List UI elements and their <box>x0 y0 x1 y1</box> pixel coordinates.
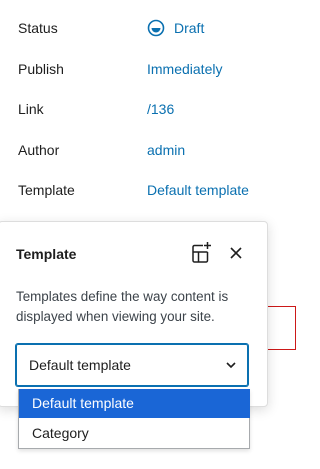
link-label: Link <box>18 101 44 117</box>
template-label: Template <box>18 182 75 198</box>
add-template-icon[interactable] <box>188 241 212 265</box>
popover-description: Templates define the way content is disp… <box>16 289 229 324</box>
option-default-template[interactable]: Default template <box>19 389 250 418</box>
author-row: Author admin <box>0 137 316 163</box>
status-value: Draft <box>174 20 205 36</box>
template-row: Template Default template <box>0 177 316 203</box>
option-category[interactable]: Category <box>19 419 250 448</box>
template-options-list: Default template Category <box>18 389 250 449</box>
publish-row: Publish Immediately <box>0 56 316 82</box>
permalink-button[interactable]: /136 <box>147 96 174 122</box>
status-label: Status <box>18 20 58 36</box>
author-label: Author <box>18 142 60 158</box>
draft-circle-icon <box>147 19 165 37</box>
template-popover: Template Templates define the way conten… <box>0 221 268 407</box>
status-row: Status Draft <box>0 15 316 41</box>
chevron-down-icon <box>226 362 236 369</box>
publish-label: Publish <box>18 61 64 77</box>
publish-date-button[interactable]: Immediately <box>147 56 222 82</box>
template-select[interactable]: Default template <box>16 344 248 386</box>
link-row: Link /136 <box>0 96 316 122</box>
template-button[interactable]: Default template <box>147 177 249 203</box>
status-button[interactable]: Draft <box>147 15 204 41</box>
popover-title: Template <box>16 246 77 262</box>
close-icon[interactable] <box>225 242 247 264</box>
author-button[interactable]: admin <box>147 137 185 163</box>
template-select-value: Default template <box>29 357 131 373</box>
